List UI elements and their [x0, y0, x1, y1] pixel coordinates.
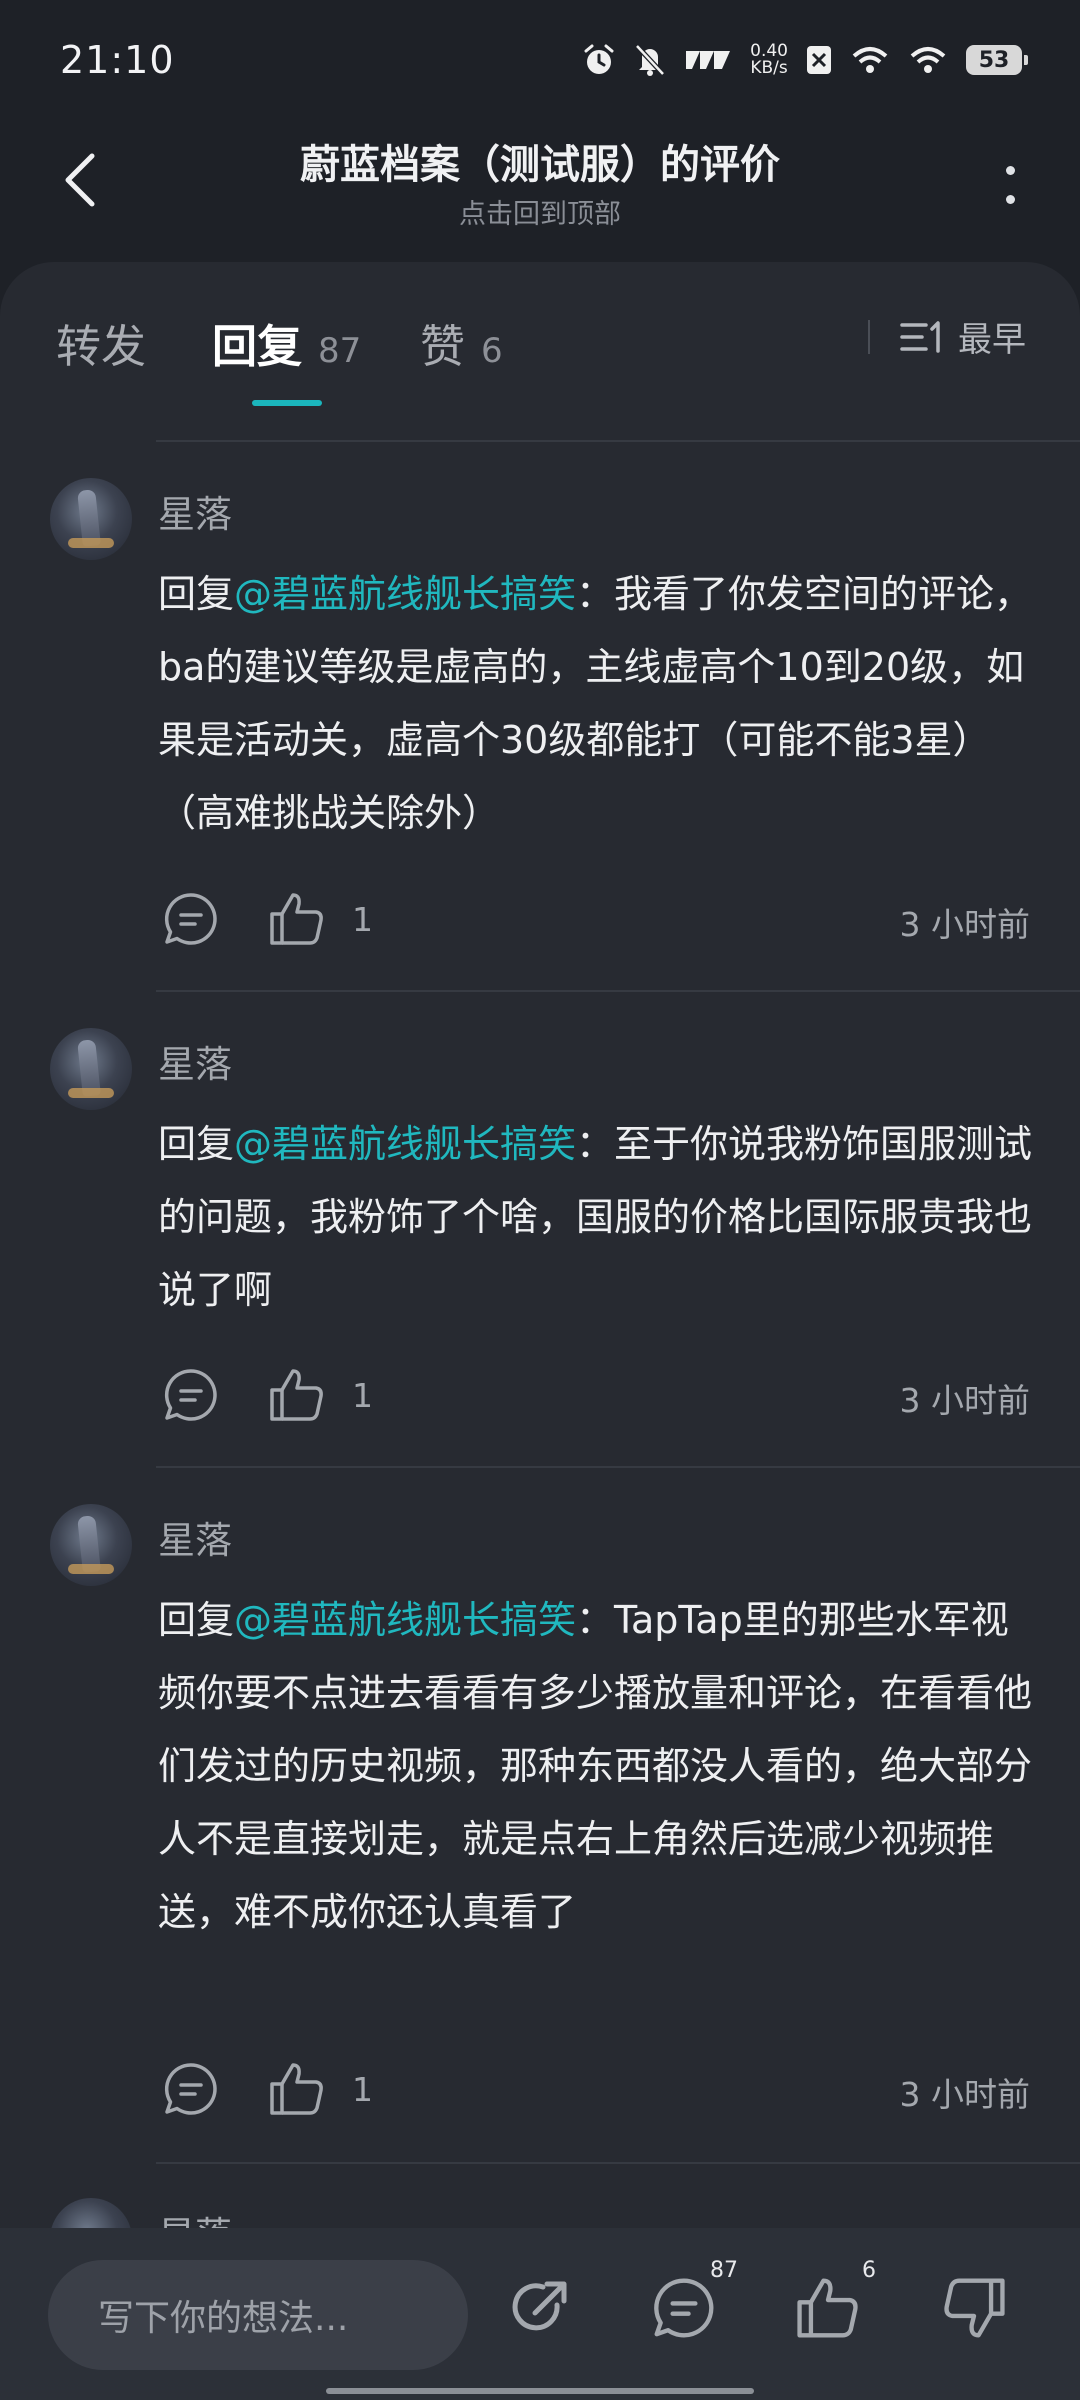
divider	[156, 2162, 1080, 2164]
comments-panel: 转发 回复 87 赞 6 最早 星落 回复@碧蓝航线舰长搞笑：我看了你发空间的评…	[0, 262, 1080, 2242]
comment-text: ：TapTap里的那些水军视频你要不点进去看看有多少播放量和评论，在看看他们发过…	[158, 1598, 1033, 1934]
home-indicator[interactable]	[326, 2388, 754, 2394]
like-button[interactable]: 1	[268, 2056, 373, 2122]
page-title[interactable]: 蔚蓝档案（测试服）的评价	[0, 132, 1080, 190]
comment-username[interactable]: 星落	[158, 1034, 232, 1088]
comment-time: 3 小时前	[899, 905, 1031, 944]
divider	[156, 990, 1080, 992]
share-icon	[512, 2281, 567, 2331]
reply-count-badge: 87	[710, 2258, 738, 2283]
dislike-button[interactable]	[934, 2268, 1014, 2348]
tab-forward[interactable]: 转发	[56, 310, 146, 375]
thumbs-up-icon	[270, 893, 323, 945]
reply-button[interactable]	[158, 886, 224, 952]
wifi-icon	[910, 47, 946, 73]
like-button[interactable]: 1	[268, 886, 373, 952]
bottom-action-bar: 写下你的想法... 87 6	[0, 2228, 1080, 2400]
mute-icon	[635, 44, 665, 76]
sort-divider	[868, 320, 870, 354]
divider	[156, 1466, 1080, 1468]
share-button[interactable]	[500, 2268, 580, 2348]
comment-time: 3 小时前	[899, 1381, 1031, 1420]
thumbs-up-icon	[270, 2063, 323, 2115]
status-bar: 21:10 0.40 KB/s 53	[0, 0, 1080, 120]
comment-time: 3 小时前	[899, 2075, 1031, 2114]
more-dot-icon	[1005, 166, 1015, 175]
tab-bar: 转发 回复 87 赞 6 最早	[0, 262, 1080, 412]
input-placeholder: 写下你的想法...	[98, 2298, 349, 2339]
tab-label: 回复	[212, 320, 303, 373]
scroll-to-top-hint[interactable]: 点击回到顶部	[0, 192, 1080, 231]
like-button[interactable]: 1	[268, 1362, 373, 1428]
status-time: 21:10	[60, 38, 175, 82]
comment-icon	[164, 1369, 217, 1421]
sort-button[interactable]: 最早	[900, 312, 1026, 361]
reply-button[interactable]	[158, 1362, 224, 1428]
like-button[interactable]	[788, 2268, 868, 2348]
avatar[interactable]	[50, 1504, 132, 1586]
like-count-badge: 6	[862, 2258, 876, 2283]
comment-actions: 1 3 小时前	[0, 2056, 1080, 2126]
battery-icon: 53	[966, 45, 1028, 75]
comment-actions: 1 3 小时前	[0, 1362, 1080, 1432]
tab-likes[interactable]: 赞 6	[420, 310, 503, 375]
reply-button[interactable]	[158, 2056, 224, 2122]
net-speed: 0.40 KB/s	[750, 43, 788, 77]
tab-label: 转发	[56, 320, 147, 373]
avatar[interactable]	[50, 1028, 132, 1110]
like-count: 1	[352, 2069, 373, 2109]
like-count: 1	[352, 1375, 373, 1415]
header: 蔚蓝档案（测试服）的评价 点击回到顶部	[0, 120, 1080, 260]
thumbs-down-icon	[944, 2278, 1005, 2338]
comment-username[interactable]: 星落	[158, 484, 232, 538]
tab-count: 6	[481, 331, 503, 371]
avatar[interactable]	[50, 478, 132, 560]
thumbs-up-icon	[797, 2278, 858, 2338]
comment-username[interactable]: 星落	[158, 1510, 232, 1564]
tab-label: 赞	[420, 320, 466, 373]
active-tab-indicator	[252, 400, 322, 406]
carrier-icon	[686, 51, 731, 69]
reply-prefix: 回复	[158, 1598, 235, 1642]
thumbs-up-icon	[270, 1369, 323, 1421]
wifi-6-icon	[852, 47, 888, 73]
more-options-button[interactable]	[990, 155, 1030, 215]
comment-input[interactable]: 写下你的想法...	[48, 2260, 468, 2370]
more-dot-icon	[1005, 195, 1015, 204]
comment-icon	[164, 2063, 217, 2115]
comment-body[interactable]: 回复@碧蓝航线舰长搞笑：至于你说我粉饰国服测试的问题，我粉饰了个啥，国服的价格比…	[158, 1108, 1038, 1327]
tab-count: 87	[318, 331, 362, 371]
net-speed-unit: KB/s	[750, 58, 788, 78]
x-icon	[807, 46, 831, 74]
tab-replies[interactable]: 回复 87	[212, 310, 361, 375]
comment-body[interactable]: 回复@碧蓝航线舰长搞笑：我看了你发空间的评论，ba的建议等级是虚高的，主线虚高个…	[158, 558, 1038, 850]
divider	[156, 440, 1080, 442]
status-icons: 0.40 KB/s 53	[582, 43, 1028, 77]
sort-label: 最早	[958, 320, 1026, 360]
mention-link[interactable]: @碧蓝航线舰长搞笑	[234, 1122, 576, 1166]
comment-actions: 1 3 小时前	[0, 886, 1080, 956]
comment-icon	[164, 893, 217, 945]
like-count: 1	[352, 899, 373, 939]
comment-body[interactable]: 回复@碧蓝航线舰长搞笑：TapTap里的那些水军视频你要不点进去看看有多少播放量…	[158, 1584, 1038, 1949]
reply-prefix: 回复	[158, 572, 235, 616]
comment-icon	[654, 2278, 714, 2338]
alarm-icon	[584, 44, 614, 74]
reply-prefix: 回复	[158, 1122, 235, 1166]
mention-link[interactable]: @碧蓝航线舰长搞笑	[234, 1598, 576, 1642]
sort-icon	[900, 320, 940, 353]
mention-link[interactable]: @碧蓝航线舰长搞笑	[234, 572, 576, 616]
